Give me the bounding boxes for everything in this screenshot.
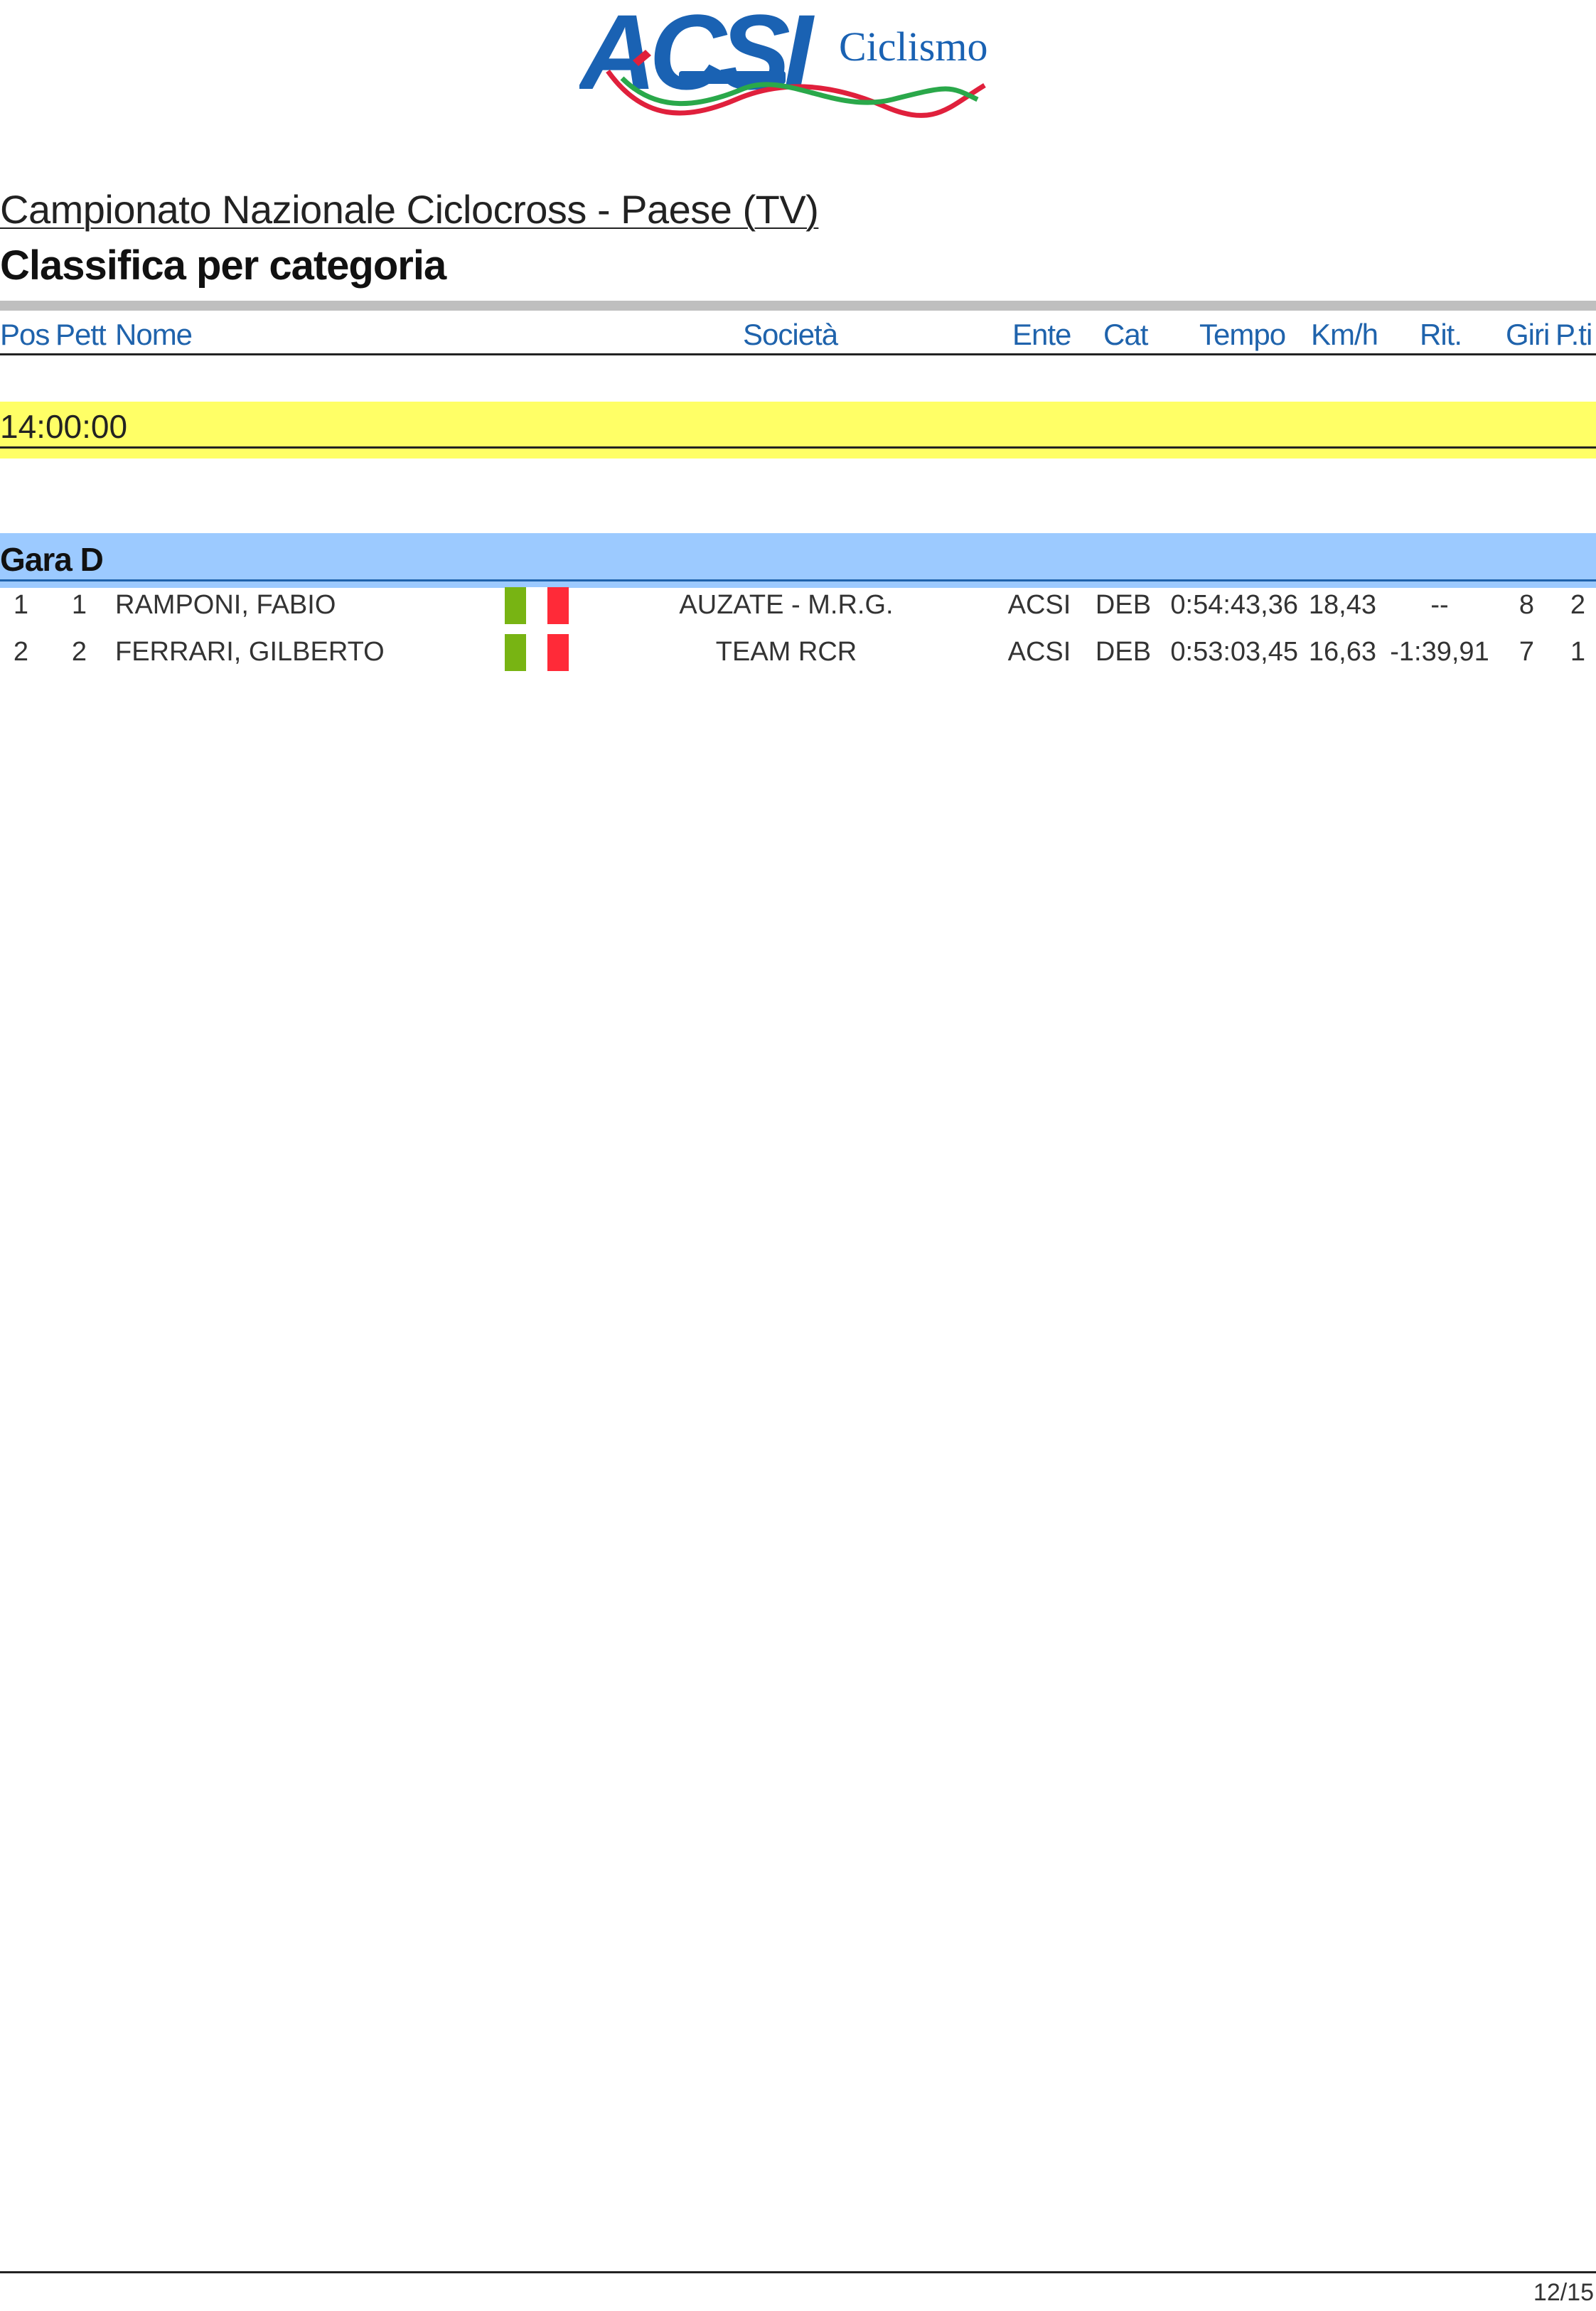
col-header-kmh: Km/h: [1311, 318, 1378, 351]
cell-pos: 1: [13, 590, 28, 620]
cell-punti: 2: [1570, 590, 1585, 620]
flag-green-stripe: [505, 634, 526, 671]
cell-tempo: 0:53:03,45: [1170, 637, 1298, 667]
col-header-punti: P.ti: [1555, 318, 1592, 351]
cell-giri: 7: [1519, 637, 1534, 667]
cell-pett: 2: [71, 637, 87, 667]
cell-societa: TEAM RCR: [715, 637, 857, 667]
cell-cat: DEB: [1095, 637, 1152, 667]
cell-kmh: 16,63: [1308, 637, 1376, 667]
cell-societa: AUZATE - M.R.G.: [679, 590, 894, 620]
start-time-rule: [0, 446, 1596, 449]
race-rule: [0, 579, 1596, 581]
race-name: Gara D: [0, 541, 104, 578]
cell-rit: --: [1430, 590, 1449, 620]
event-title: Campionato Nazionale Ciclocross - Paese …: [0, 187, 819, 232]
col-header-pett: Pett: [55, 318, 107, 351]
page-subtitle: Classifica per categoria: [0, 242, 446, 289]
cell-kmh: 18,43: [1308, 590, 1376, 620]
cell-cat: DEB: [1095, 590, 1152, 620]
italy-flag-icon: [505, 634, 569, 671]
race-band: Gara D: [0, 533, 1596, 588]
flag-green-stripe: [505, 587, 526, 624]
page-number: 12/15: [1533, 2279, 1594, 2306]
col-header-rit: Rit.: [1420, 318, 1462, 351]
header-divider: [0, 301, 1596, 311]
cell-giri: 8: [1519, 590, 1534, 620]
col-header-tempo: Tempo: [1199, 318, 1286, 351]
cell-pos: 2: [13, 637, 28, 667]
logo-graphic: ACSI Ciclismo: [577, 0, 987, 118]
flag-white-stripe: [526, 634, 547, 671]
italy-flag-icon: [505, 587, 569, 624]
cell-punti: 1: [1570, 637, 1585, 667]
logo-banner: [679, 71, 786, 84]
table-row: 2 2 FERRARI, GILBERTO TEAM RCR ACSI DEB …: [0, 629, 1596, 675]
cell-ente: ACSI: [1007, 590, 1071, 620]
logo-acsi-letters: ACSI: [579, 0, 815, 112]
cell-ente: ACSI: [1007, 637, 1071, 667]
start-time: 14:00:00: [0, 408, 128, 445]
cell-pett: 1: [71, 590, 87, 620]
flag-red-stripe: [547, 587, 569, 624]
acsi-ciclismo-logo: ACSI Ciclismo: [577, 0, 992, 132]
col-header-ente: Ente: [1012, 318, 1071, 351]
start-time-band: 14:00:00: [0, 402, 1596, 459]
cell-rit: -1:39,91: [1390, 637, 1489, 667]
col-header-societa: Società: [743, 318, 838, 351]
cell-nome: RAMPONI, FABIO: [115, 590, 336, 620]
flag-white-stripe: [526, 587, 547, 624]
col-header-pos: Pos: [0, 318, 50, 351]
flag-red-stripe: [547, 634, 569, 671]
logo-ciclismo-word: Ciclismo: [839, 23, 987, 70]
col-header-nome: Nome: [115, 318, 193, 351]
column-header-rule: [0, 353, 1596, 355]
cell-nome: FERRARI, GILBERTO: [115, 637, 385, 667]
footer-rule: [0, 2271, 1596, 2273]
cell-tempo: 0:54:43,36: [1170, 590, 1298, 620]
col-header-cat: Cat: [1103, 318, 1148, 351]
col-header-giri: Giri: [1506, 318, 1550, 351]
table-row: 1 1 RAMPONI, FABIO AUZATE - M.R.G. ACSI …: [0, 582, 1596, 628]
